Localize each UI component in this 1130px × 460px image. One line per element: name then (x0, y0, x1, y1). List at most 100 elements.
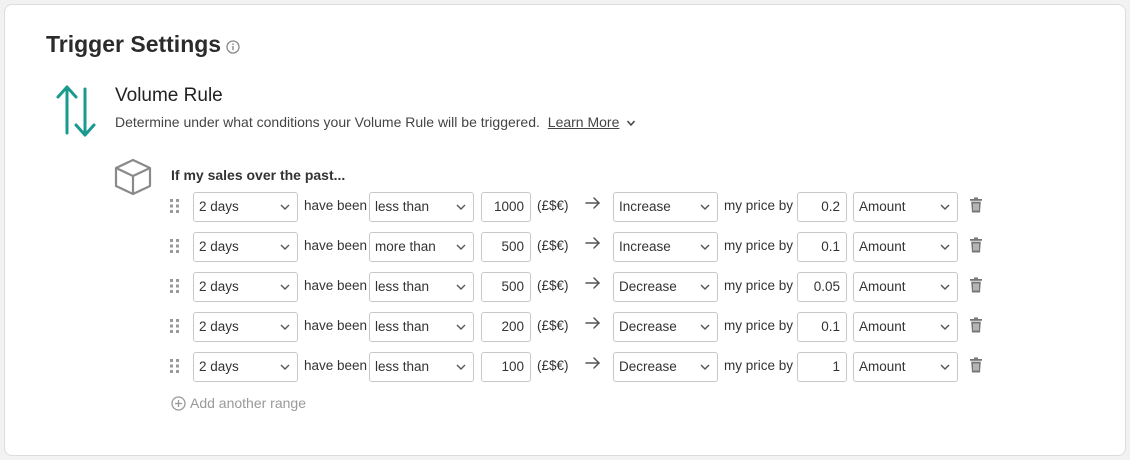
unit-value: Amount (859, 279, 906, 294)
drag-handle-icon[interactable] (169, 238, 181, 254)
comparison-value: less than (375, 199, 430, 214)
range-row: 2 days have been less than 100 (£$€) Dec… (167, 352, 997, 382)
have-been-label: have been (304, 198, 368, 213)
direction-select[interactable]: Decrease (613, 272, 718, 302)
currency-label: (£$€) (537, 358, 569, 373)
my-price-by-label: my price by (724, 198, 794, 213)
direction-value: Decrease (619, 319, 677, 334)
my-price-by-label: my price by (724, 358, 794, 373)
chevron-down-icon (700, 364, 710, 370)
trash-icon[interactable] (969, 197, 983, 213)
chevron-down-icon (456, 284, 466, 290)
range-row: 2 days have been less than 500 (£$€) Dec… (167, 272, 997, 302)
add-range-label: Add another range (190, 395, 306, 411)
range-row: 2 days have been less than 200 (£$€) Dec… (167, 312, 997, 342)
unit-value: Amount (859, 359, 906, 374)
direction-select[interactable]: Increase (613, 192, 718, 222)
arrow-right-icon (585, 317, 600, 329)
chevron-down-icon (456, 244, 466, 250)
trigger-settings-card: Trigger Settings Volume Rule Determine u… (4, 4, 1126, 456)
comparison-select[interactable]: more than (369, 232, 474, 262)
info-icon[interactable] (226, 40, 240, 54)
period-value: 2 days (199, 279, 239, 294)
comparison-select[interactable]: less than (369, 272, 474, 302)
chevron-down-icon (280, 284, 290, 290)
threshold-input[interactable]: 100 (481, 352, 531, 382)
unit-select[interactable]: Amount (853, 352, 958, 382)
period-select[interactable]: 2 days (193, 192, 298, 222)
direction-value: Decrease (619, 279, 677, 294)
range-row: 2 days have been less than 1000 (£$€) In… (167, 192, 997, 222)
comparison-select[interactable]: less than (369, 312, 474, 342)
direction-value: Increase (619, 239, 671, 254)
my-price-by-label: my price by (724, 238, 794, 253)
comparison-select[interactable]: less than (369, 352, 474, 382)
drag-handle-icon[interactable] (169, 358, 181, 374)
chevron-down-icon (456, 364, 466, 370)
range-row: 2 days have been more than 500 (£$€) Inc… (167, 232, 997, 262)
plus-circle-icon (171, 396, 186, 411)
drag-handle-icon[interactable] (169, 278, 181, 294)
chevron-down-icon (280, 244, 290, 250)
threshold-input[interactable]: 200 (481, 312, 531, 342)
unit-select[interactable]: Amount (853, 312, 958, 342)
arrow-right-icon (585, 197, 600, 209)
direction-select[interactable]: Increase (613, 232, 718, 262)
trash-icon[interactable] (969, 317, 983, 333)
amount-input[interactable]: 1 (797, 352, 847, 382)
comparison-value: less than (375, 359, 430, 374)
unit-value: Amount (859, 319, 906, 334)
rule-description-text: Determine under what conditions your Vol… (115, 114, 540, 130)
chevron-down-icon (940, 324, 950, 330)
rule-title: Volume Rule (115, 85, 223, 106)
direction-value: Decrease (619, 359, 677, 374)
chevron-down-icon (280, 204, 290, 210)
period-value: 2 days (199, 319, 239, 334)
chevron-down-icon (700, 244, 710, 250)
currency-label: (£$€) (537, 198, 569, 213)
period-select[interactable]: 2 days (193, 272, 298, 302)
chevron-down-icon[interactable] (626, 118, 636, 128)
period-value: 2 days (199, 199, 239, 214)
period-select[interactable]: 2 days (193, 352, 298, 382)
arrow-right-icon (585, 237, 600, 249)
unit-select[interactable]: Amount (853, 192, 958, 222)
trash-icon[interactable] (969, 277, 983, 293)
period-select[interactable]: 2 days (193, 232, 298, 262)
page-title: Trigger Settings (46, 31, 222, 57)
condition-label: If my sales over the past... (171, 167, 346, 183)
amount-input[interactable]: 0.1 (797, 232, 847, 262)
box-icon (114, 158, 152, 196)
period-select[interactable]: 2 days (193, 312, 298, 342)
have-been-label: have been (304, 358, 368, 373)
unit-value: Amount (859, 199, 906, 214)
direction-select[interactable]: Decrease (613, 312, 718, 342)
threshold-input[interactable]: 500 (481, 272, 531, 302)
learn-more-link[interactable]: Learn More (548, 114, 620, 130)
amount-input[interactable]: 0.2 (797, 192, 847, 222)
unit-select[interactable]: Amount (853, 272, 958, 302)
drag-handle-icon[interactable] (169, 318, 181, 334)
my-price-by-label: my price by (724, 278, 794, 293)
unit-select[interactable]: Amount (853, 232, 958, 262)
comparison-value: more than (375, 239, 436, 254)
period-value: 2 days (199, 239, 239, 254)
chevron-down-icon (280, 324, 290, 330)
threshold-input[interactable]: 500 (481, 232, 531, 262)
comparison-value: less than (375, 319, 430, 334)
direction-select[interactable]: Decrease (613, 352, 718, 382)
rule-description: Determine under what conditions your Vol… (115, 114, 636, 130)
chevron-down-icon (940, 364, 950, 370)
trash-icon[interactable] (969, 237, 983, 253)
drag-handle-icon[interactable] (169, 198, 181, 214)
threshold-input[interactable]: 1000 (481, 192, 531, 222)
amount-input[interactable]: 0.1 (797, 312, 847, 342)
chevron-down-icon (940, 244, 950, 250)
have-been-label: have been (304, 278, 368, 293)
comparison-select[interactable]: less than (369, 192, 474, 222)
amount-input[interactable]: 0.05 (797, 272, 847, 302)
add-range-button[interactable]: Add another range (171, 395, 306, 411)
trash-icon[interactable] (969, 357, 983, 373)
comparison-value: less than (375, 279, 430, 294)
chevron-down-icon (700, 284, 710, 290)
